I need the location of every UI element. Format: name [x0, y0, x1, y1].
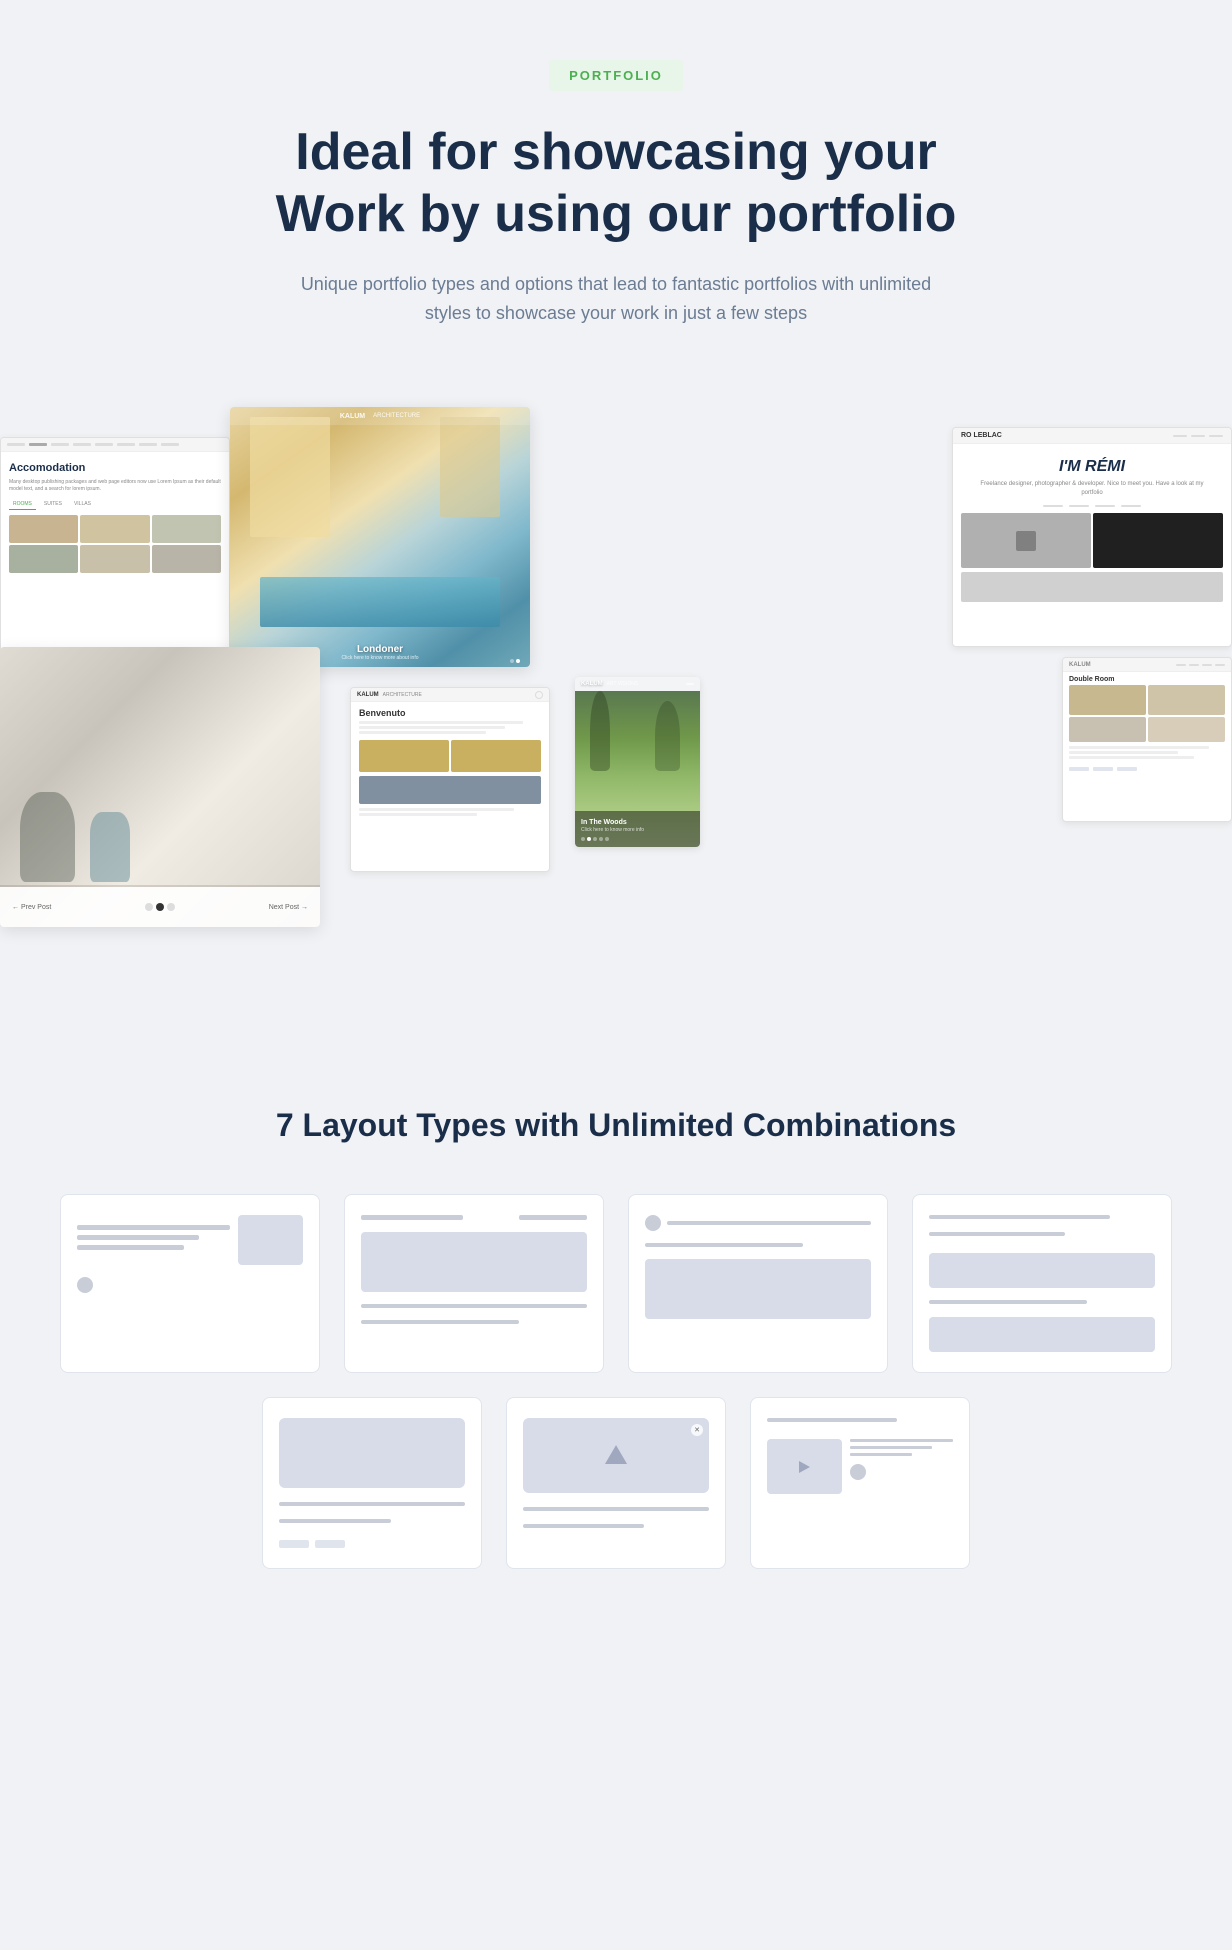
benvenuto-title: Benvenuto	[351, 702, 549, 721]
lt3-title	[667, 1221, 871, 1225]
lt5-line2	[279, 1519, 391, 1523]
screen-accommodation: Accomodation Many desktop publishing pac…	[0, 437, 230, 662]
remi-subtitle: Freelance designer, photographer & devel…	[953, 480, 1231, 505]
remi-nav: RO LEBLAC	[953, 428, 1231, 444]
lt4-line3	[929, 1300, 1087, 1304]
lt5-line1	[279, 1502, 465, 1506]
lt5-tag1	[279, 1540, 309, 1548]
woods-overlay: In The Woods Click here to know more inf…	[575, 811, 700, 847]
layout-type-5	[262, 1397, 482, 1569]
lt4-line2	[929, 1232, 1065, 1236]
lt3-icon	[645, 1215, 661, 1231]
lt7-text-line2	[850, 1446, 932, 1449]
screen-double-room: KALUM Double Room	[1062, 657, 1232, 822]
londoner-dots	[510, 659, 520, 663]
layout-grid-row2: ✕ ⛰	[60, 1397, 1172, 1569]
lt2-line2	[361, 1320, 519, 1324]
benvenuto-nav: KALUM ARCHITECTURE	[351, 688, 549, 702]
lt7-play-icon	[799, 1461, 810, 1473]
dr-amenities	[1063, 763, 1231, 775]
lt7-text	[850, 1439, 953, 1494]
page-wrapper: PORTFOLIO Ideal for showcasing your Work…	[0, 0, 1232, 1709]
layout-title: 7 Layout Types with Unlimited Combinatio…	[60, 1107, 1172, 1144]
page-subtitle: Unique portfolio types and options that …	[276, 270, 956, 328]
benvenuto-images	[351, 740, 549, 804]
layout-section: 7 Layout Types with Unlimited Combinatio…	[0, 1067, 1232, 1629]
lt2-image	[361, 1232, 587, 1292]
lt3-header	[645, 1215, 871, 1231]
interior-pagination	[145, 903, 175, 911]
lt7-text-line1	[850, 1439, 953, 1442]
dr-details	[1063, 742, 1231, 763]
dr-nav-links	[1176, 664, 1225, 666]
lt6-line1	[523, 1507, 709, 1511]
londoner-nav: KALUM ARCHITECTURE	[230, 407, 530, 425]
lt5-image	[279, 1418, 465, 1488]
lt3-image	[645, 1259, 871, 1319]
screen-interior: ← Prev Post Next Post →	[0, 647, 320, 927]
portfolio-badge: PORTFOLIO	[549, 60, 683, 91]
interior-bg: ← Prev Post Next Post →	[0, 647, 320, 927]
layout-type-1	[60, 1194, 320, 1373]
woods-bg: In The Woods Click here to know more inf…	[575, 691, 700, 847]
lt1-text	[77, 1225, 230, 1255]
remi-images	[953, 513, 1231, 602]
interior-footer: ← Prev Post Next Post →	[0, 887, 320, 927]
mosaic-section: Accomodation Many desktop publishing pac…	[0, 387, 1232, 1067]
lt3-line	[645, 1243, 803, 1247]
lt1-content	[77, 1215, 303, 1265]
lt7-video	[767, 1439, 842, 1494]
layout-type-2	[344, 1194, 604, 1373]
lt4-image	[929, 1253, 1155, 1288]
accommodation-tabs: ROOMS SUITES VILLAS	[9, 499, 221, 510]
lt4-line1	[929, 1215, 1110, 1219]
layout-type-3	[628, 1194, 888, 1373]
benvenuto-bottom	[351, 804, 549, 820]
lt7-line1	[767, 1418, 897, 1422]
londoner-label: Londoner Click here to know more about i…	[342, 644, 419, 661]
lt7-content	[767, 1439, 953, 1494]
lt2-header	[361, 1215, 587, 1220]
screen-londoner: KALUM ARCHITECTURE Londoner Click here t…	[230, 407, 530, 667]
screen-benvenuto: KALUM ARCHITECTURE Benvenuto	[350, 687, 550, 872]
header-section: PORTFOLIO Ideal for showcasing your Work…	[0, 60, 1232, 387]
accommodation-content: Accomodation Many desktop publishing pac…	[1, 456, 229, 579]
lt7-text-line3	[850, 1453, 912, 1456]
lt2-line1	[361, 1304, 587, 1308]
accommodation-title: Accomodation	[9, 462, 221, 474]
lt6-close-icon[interactable]: ✕	[691, 1424, 703, 1436]
main-title: Ideal for showcasing your Work by using …	[200, 121, 1032, 246]
screen-woods: KALUM ART VISIONS In The Woods Click her…	[575, 677, 700, 847]
screen-remi: RO LEBLAC I'M RÉMI Freelance designer, p…	[952, 427, 1232, 647]
lt6-photo-icon: ⛰	[604, 1439, 628, 1472]
dr-title: Double Room	[1063, 672, 1231, 685]
mosaic-container: Accomodation Many desktop publishing pac…	[0, 407, 1232, 987]
lt1-icon	[77, 1277, 93, 1293]
dr-images	[1063, 685, 1231, 742]
woods-nav: KALUM ART VISIONS	[575, 677, 700, 691]
accommodation-desc: Many desktop publishing packages and web…	[9, 479, 221, 493]
lt1-image	[238, 1215, 303, 1265]
layout-grid-row1	[60, 1194, 1172, 1373]
remi-title: I'M RÉMI	[953, 444, 1231, 480]
lt6-line2	[523, 1524, 644, 1528]
layout-type-4	[912, 1194, 1172, 1373]
lt5-tags	[279, 1540, 465, 1548]
lt4-image2	[929, 1317, 1155, 1352]
lt6-image-area: ✕ ⛰	[523, 1418, 709, 1493]
layout-type-7	[750, 1397, 970, 1569]
dr-nav: KALUM	[1063, 658, 1231, 672]
woods-dots	[581, 837, 694, 841]
layout-type-6: ✕ ⛰	[506, 1397, 726, 1569]
benvenuto-desc	[351, 721, 549, 740]
lt5-tag2	[315, 1540, 345, 1548]
remi-nav-links	[953, 505, 1231, 507]
lt7-heart-icon	[850, 1464, 866, 1480]
londoner-bg: KALUM ARCHITECTURE Londoner Click here t…	[230, 407, 530, 667]
accommodation-images	[9, 515, 221, 573]
